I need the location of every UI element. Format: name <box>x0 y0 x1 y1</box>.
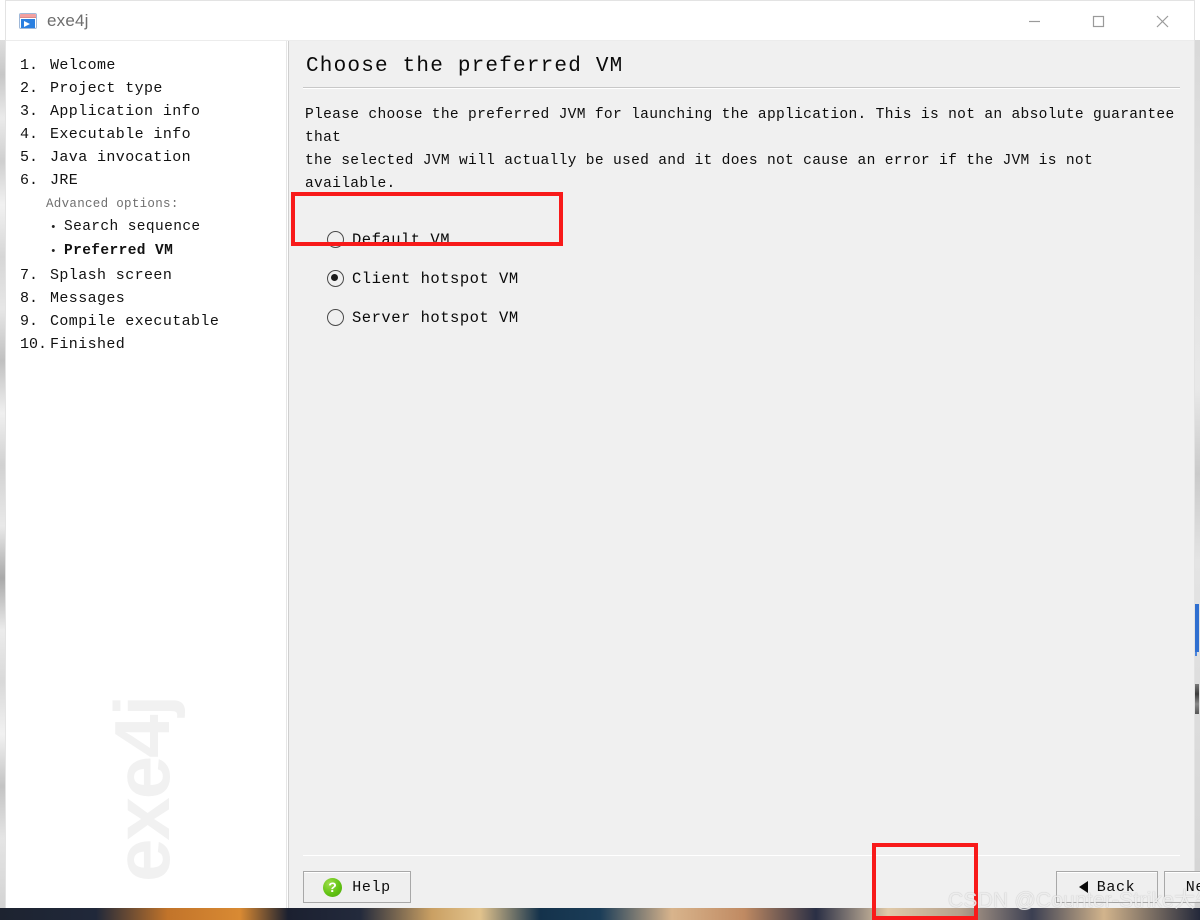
title-bar: exe4j <box>6 1 1194 41</box>
help-button-label: Help <box>352 878 391 896</box>
sidebar-item-label: Welcome <box>50 57 116 74</box>
preferred-vm-radio-group: Default VM Client hotspot VM Server hots… <box>303 220 1180 337</box>
exe4j-watermark: exe4j <box>98 696 186 882</box>
wizard-steps-sidebar: 1. Welcome 2. Project type 3. Applicatio… <box>6 41 289 908</box>
minimize-icon[interactable] <box>1002 1 1066 41</box>
csdn-watermark: CSDN @Counter-Strike大牛 <box>948 889 1200 912</box>
sidebar-item-label: Application info <box>50 103 201 120</box>
radio-option-label: Client hotspot VM <box>352 269 519 288</box>
close-icon[interactable] <box>1130 1 1194 41</box>
step-number: 9. <box>20 313 39 330</box>
exe4j-app-icon <box>19 12 37 29</box>
radio-button-icon <box>327 231 344 248</box>
help-button[interactable]: ? Help <box>303 871 411 903</box>
sidebar-item-compile-executable[interactable]: 9. Compile executable <box>6 310 289 333</box>
sidebar-item-welcome[interactable]: 1. Welcome <box>6 54 289 77</box>
sidebar-item-label: Splash screen <box>50 267 173 284</box>
sidebar-item-label: Finished <box>50 336 126 353</box>
step-number: 7. <box>20 267 39 284</box>
sidebar-item-java-invocation[interactable]: 5. Java invocation <box>6 146 289 169</box>
sidebar-item-label: Messages <box>50 290 126 307</box>
sidebar-divider-highlight <box>286 41 287 908</box>
sidebar-item-label: Search sequence <box>64 219 201 235</box>
exe4j-wizard-window: exe4j 1. Welcome 2. Project type 3. Appl… <box>5 0 1200 908</box>
sidebar-item-jre[interactable]: 6. JRE <box>6 169 289 192</box>
radio-button-icon-selected <box>327 270 344 287</box>
step-number: 10. <box>20 336 48 353</box>
step-number: 6. <box>20 172 39 189</box>
title-divider <box>303 87 1180 89</box>
page-title: Choose the preferred VM <box>306 55 624 78</box>
sidebar-item-preferred-vm[interactable]: • Preferred VM <box>6 240 289 264</box>
radio-option-client-hotspot-vm[interactable]: Client hotspot VM <box>327 259 1180 298</box>
page-description: Please choose the preferred JVM for laun… <box>305 107 1175 192</box>
sidebar-item-project-type[interactable]: 2. Project type <box>6 77 289 100</box>
window-controls <box>1002 1 1194 41</box>
advanced-options-header: Advanced options: <box>46 197 179 211</box>
sidebar-item-splash-screen[interactable]: 7. Splash screen <box>6 264 289 287</box>
step-number: 8. <box>20 290 39 307</box>
bullet-icon: • <box>50 222 57 234</box>
maximize-icon[interactable] <box>1066 1 1130 41</box>
sidebar-item-executable-info[interactable]: 4. Executable info <box>6 123 289 146</box>
radio-button-icon <box>327 309 344 326</box>
sidebar-item-label: JRE <box>50 172 79 189</box>
step-number: 3. <box>20 103 39 120</box>
sidebar-item-label: Java invocation <box>50 149 192 166</box>
sidebar-item-label: Executable info <box>50 126 192 143</box>
sidebar-item-messages[interactable]: 8. Messages <box>6 287 289 310</box>
step-number: 4. <box>20 126 39 143</box>
sidebar-item-label: Compile executable <box>50 313 220 330</box>
bullet-icon: • <box>50 246 57 258</box>
sidebar-item-label: Preferred VM <box>64 243 174 259</box>
content-inner: Choose the preferred VM Please choose th… <box>289 41 1194 852</box>
radio-option-default-vm[interactable]: Default VM <box>327 220 1180 259</box>
step-number: 5. <box>20 149 39 166</box>
sidebar-item-finished[interactable]: 10. Finished <box>6 333 289 356</box>
radio-option-server-hotspot-vm[interactable]: Server hotspot VM <box>327 298 1180 337</box>
window-body: 1. Welcome 2. Project type 3. Applicatio… <box>6 41 1200 908</box>
screenshot-root: exe4j 1. Welcome 2. Project type 3. Appl… <box>0 0 1200 920</box>
radio-option-label: Default VM <box>352 230 451 249</box>
help-question-icon: ? <box>323 877 343 897</box>
step-number: 1. <box>20 57 39 74</box>
sidebar-item-application-info[interactable]: 3. Application info <box>6 100 289 123</box>
wizard-content-panel: Choose the preferred VM Please choose th… <box>289 41 1200 908</box>
sidebar-item-label: Project type <box>50 80 163 97</box>
footer-divider <box>303 855 1180 856</box>
window-title: exe4j <box>47 10 89 30</box>
radio-option-label: Server hotspot VM <box>352 308 519 327</box>
step-number: 2. <box>20 80 39 97</box>
sidebar-item-search-sequence[interactable]: • Search sequence <box>6 216 289 240</box>
